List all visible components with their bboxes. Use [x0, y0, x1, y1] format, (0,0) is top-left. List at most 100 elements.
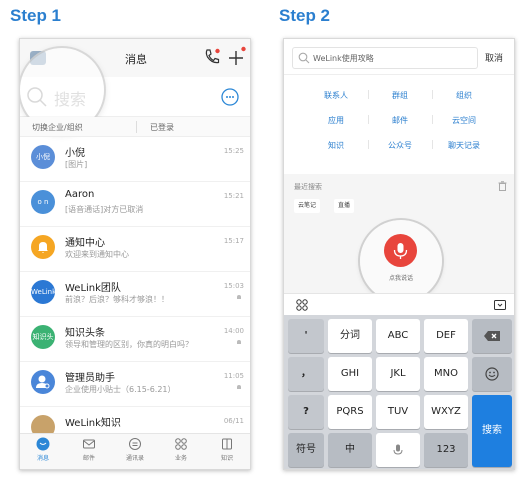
tab-business[interactable]: 业务 — [158, 437, 204, 462]
key-apostrophe[interactable]: ' — [288, 319, 324, 353]
key-tuv[interactable]: TUV — [376, 395, 420, 429]
message-bubble-icon — [36, 437, 50, 451]
space-key[interactable] — [376, 433, 420, 467]
chat-item[interactable]: 通知中心 欢迎来到通知中心 15:17 — [20, 227, 250, 272]
voice-label: 点我说话 — [388, 275, 413, 282]
book-icon — [222, 438, 232, 450]
chat-time: 11:05 — [223, 372, 244, 380]
chat-list: 小倪 小倪 [图片] 15:25 o n Aaron [语音通话]对方已取消 1… — [20, 137, 250, 452]
emoji-key[interactable] — [472, 357, 512, 391]
key-comma[interactable]: ， — [288, 357, 324, 391]
chat-preview: 领导和管理的区别，你真的明白吗？ — [65, 340, 193, 349]
recent-search-label: 最近搜索 — [294, 183, 322, 191]
key-question[interactable]: ? — [288, 395, 324, 429]
tab-label: 邮件 — [82, 455, 95, 462]
symbol-key[interactable]: 符号 — [288, 433, 324, 467]
chat-time: 15:03 — [223, 282, 244, 290]
chat-name: 通知中心 — [65, 238, 105, 249]
phone-screen-search: WeLink使用攻略 取消 联系人 群组 组织 应用 邮件 云空间 知识 公众号… — [283, 38, 515, 470]
tab-contacts[interactable]: 通讯录 — [112, 437, 158, 462]
org-switch-bar: 切换企业/组织 已登录 — [20, 117, 250, 137]
avatar: o n — [31, 190, 55, 214]
switch-org-link[interactable]: 切换企业/组织 — [32, 122, 83, 133]
language-key[interactable]: 中 — [328, 433, 372, 467]
tab-label: 知识 — [220, 455, 233, 462]
bottom-tab-bar: 消息 邮件 通讯录 业务 知识 — [20, 433, 250, 469]
step-2-label: Step 2 — [279, 6, 331, 25]
category-mail[interactable]: 邮件 — [368, 115, 432, 126]
chat-time: 15:17 — [223, 237, 244, 245]
keyboard-collapse-icon[interactable] — [494, 300, 506, 310]
step-1-label: Step 1 — [10, 6, 62, 25]
search-icon — [27, 87, 47, 107]
search-input[interactable]: WeLink使用攻略 — [292, 47, 478, 69]
chat-item[interactable]: 知识头条 知识头条 领导和管理的区别，你真的明白吗？ 14:00 — [20, 317, 250, 362]
category-knowledge[interactable]: 知识 — [304, 140, 368, 151]
avatar: 知识头条 — [31, 325, 55, 349]
voice-assistant-icon[interactable] — [220, 87, 240, 107]
key-abc[interactable]: ABC — [376, 319, 420, 353]
key-wxyz[interactable]: WXYZ — [424, 395, 468, 429]
chat-preview: [图片] — [65, 160, 88, 169]
category-apps[interactable]: 应用 — [304, 115, 368, 126]
t9-keyboard: ' ， ? ! 分词 ABC DEF GHI JKL MNO PQRS TUV … — [284, 315, 514, 469]
microphone-icon — [393, 243, 408, 259]
search-key[interactable]: 搜索 — [472, 395, 512, 467]
chat-preview: 欢迎来到通知中心 — [65, 250, 129, 259]
tab-mail[interactable]: 邮件 — [66, 437, 112, 462]
category-chat-history[interactable]: 聊天记录 — [432, 140, 496, 151]
voice-input-highlight: 点我说话 — [360, 220, 442, 302]
messages-header: 消息 — [20, 39, 250, 77]
backspace-icon — [484, 331, 500, 341]
key-mno[interactable]: MNO — [424, 357, 468, 391]
category-groups[interactable]: 群组 — [368, 90, 432, 101]
tab-messages[interactable]: 消息 — [20, 437, 66, 462]
category-official[interactable]: 公众号 — [368, 140, 432, 151]
category-cloud[interactable]: 云空间 — [432, 115, 496, 126]
contacts-icon — [129, 438, 141, 450]
chat-time: 15:25 — [223, 147, 244, 155]
key-ghi[interactable]: GHI — [328, 357, 372, 391]
mute-icon — [237, 385, 241, 389]
chat-item[interactable]: 管理员助手 企业使用小贴士（6.15-6.21） 11:05 — [20, 362, 250, 407]
apps-grid-icon[interactable] — [296, 299, 308, 311]
key-fenci[interactable]: 分词 — [328, 319, 372, 353]
chat-name: WeLink团队 — [65, 283, 121, 294]
microphone-icon — [393, 444, 403, 455]
backspace-key[interactable] — [472, 319, 512, 353]
recent-chip[interactable]: 直播 — [334, 199, 355, 213]
key-jkl[interactable]: JKL — [376, 357, 420, 391]
divider — [136, 121, 137, 133]
search-placeholder: 搜索 — [54, 90, 87, 109]
tab-label: 业务 — [174, 455, 187, 462]
chat-name: Aaron — [65, 189, 95, 200]
chat-item[interactable]: o n Aaron [语音通话]对方已取消 15:21 — [20, 182, 250, 227]
key-def[interactable]: DEF — [424, 319, 468, 353]
chat-name: 知识头条 — [65, 328, 105, 339]
recent-chip[interactable]: 云笔记 — [294, 199, 321, 213]
chat-time: 15:21 — [223, 192, 244, 200]
mail-icon — [83, 439, 95, 449]
tab-knowledge[interactable]: 知识 — [204, 437, 250, 462]
keyboard-toolbar — [284, 293, 514, 315]
chat-time: 14:00 — [223, 327, 244, 335]
phone-call-icon[interactable] — [204, 48, 220, 66]
chat-time: 06/11 — [223, 417, 244, 425]
trash-icon[interactable] — [498, 181, 507, 191]
category-org[interactable]: 组织 — [432, 90, 496, 101]
chat-item[interactable]: 小倪 小倪 [图片] 15:25 — [20, 137, 250, 182]
mute-icon — [237, 295, 241, 299]
voice-input-button[interactable] — [384, 234, 417, 267]
key-pqrs[interactable]: PQRS — [328, 395, 372, 429]
tab-label: 通讯录 — [125, 455, 144, 462]
search-icon — [298, 52, 310, 64]
logged-in-status[interactable]: 已登录 — [150, 122, 174, 133]
add-plus-icon[interactable] — [228, 46, 246, 66]
category-contacts[interactable]: 联系人 — [304, 90, 368, 101]
cancel-button[interactable]: 取消 — [485, 51, 503, 64]
chat-item[interactable]: WeLink WeLink团队 前浪？后浪？够科才够浪！！ 15:03 — [20, 272, 250, 317]
chat-name: 小倪 — [65, 148, 85, 159]
mute-icon — [237, 340, 241, 344]
number-key[interactable]: 123 — [424, 433, 468, 467]
search-bar[interactable]: 搜索 — [20, 77, 250, 117]
